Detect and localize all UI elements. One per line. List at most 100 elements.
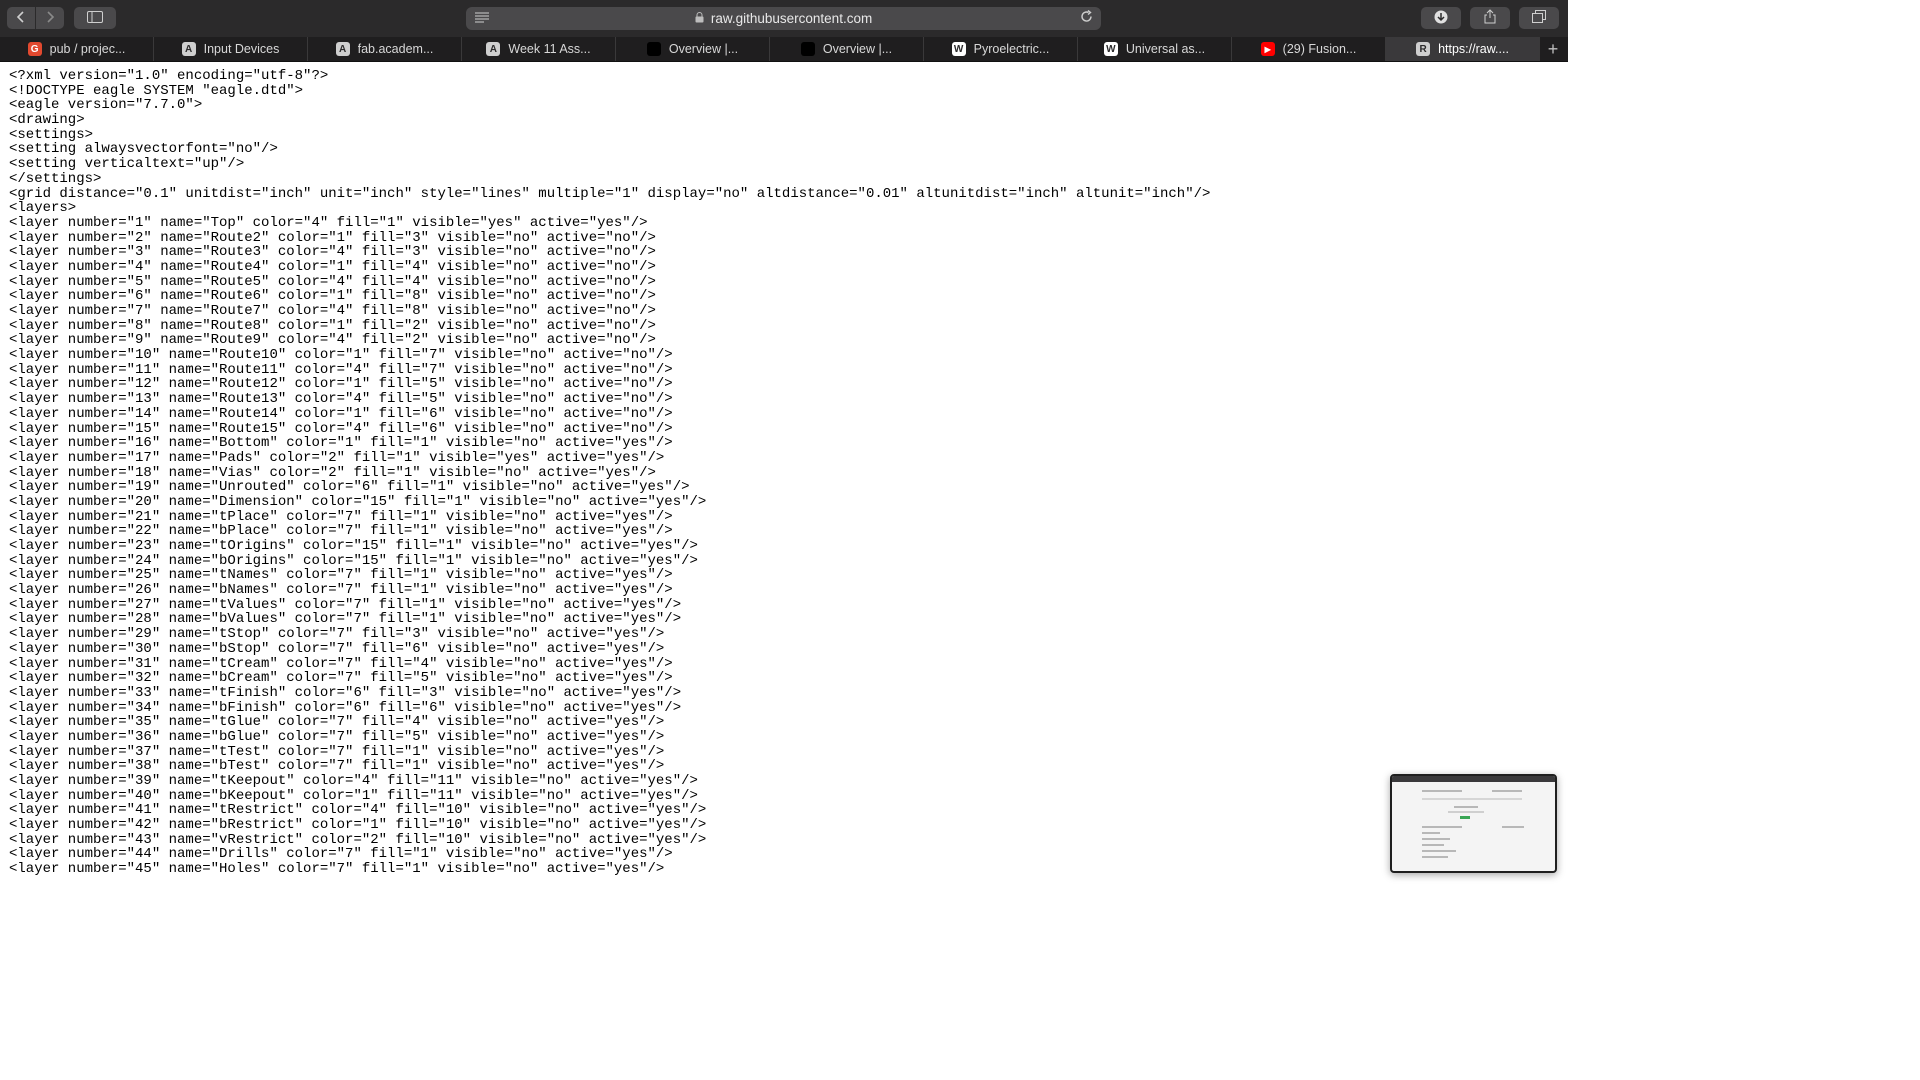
tab-4[interactable]: Overview |... [616,37,770,61]
code-line: <layer number="1" name="Top" color="4" f… [9,214,648,231]
tab-3[interactable]: A Week 11 Ass... [462,37,616,61]
tab-6[interactable]: W Pyroelectric... [924,37,1078,61]
tab-overview-button[interactable] [1519,7,1559,29]
code-line: <layer number="36" name="bGlue" color="7… [9,728,665,745]
code-line: <layer number="34" name="bFinish" color=… [9,699,682,716]
tab-favicon-icon: A [181,42,196,56]
tab-favicon-icon [800,42,815,56]
tab-label: Week 11 Ass... [508,42,591,56]
code-line: <layer number="35" name="tGlue" color="7… [9,714,665,731]
url-display[interactable]: raw.githubusercontent.com [466,11,1101,26]
raw-file-content: <?xml version="1.0" encoding="utf-8"?> <!… [9,69,1559,877]
code-line: <!DOCTYPE eagle SYSTEM "eagle.dtd"> [9,82,304,99]
code-line: <layer number="37" name="tTest" color="7… [9,743,665,760]
tab-label: Pyroelectric... [973,42,1050,56]
code-line: <layer number="42" name="bRestrict" colo… [9,817,707,834]
code-line: <drawing> [9,112,85,129]
code-line: <layer number="7" name="Route7" color="4… [9,303,656,319]
tab-label: https://raw.... [1438,42,1509,56]
sidebar-icon [87,10,103,26]
share-button[interactable] [1470,7,1510,29]
code-line: <layer number="14" name="Route14" color=… [9,405,673,422]
tab-label: Input Devices [203,42,280,56]
tab-1[interactable]: A Input Devices [154,37,308,61]
tab-label: fab.academ... [357,42,434,56]
code-line: <layer number="15" name="Route15" color=… [9,420,673,437]
code-line: <settings> [9,126,94,143]
code-line: <layer number="6" name="Route6" color="1… [9,288,656,305]
tab-bar: Gpub / projec... A Input Devices Afab.acade… [0,37,1568,62]
chevron-left-icon [16,10,26,26]
navigation-buttons [7,7,64,29]
tab-overview-icon [1532,10,1546,26]
code-line: <layer number="29" name="tStop" color="7… [9,626,665,643]
code-line: <layer number="12" name="Route12" color=… [9,376,673,393]
code-line: <layer number="20" name="Dimension" colo… [9,493,707,510]
code-line: <layer number="43" name="vRestrict" colo… [9,831,707,848]
page-preview-thumbnail[interactable] [1390,774,1557,873]
code-line: <layer number="17" name="Pads" color="2"… [9,449,665,466]
reload-icon[interactable] [1080,9,1093,26]
tab-label: Universal as... [1125,42,1206,56]
code-line: <layer number="24" name="bOrigins" color… [9,552,698,569]
code-line: <layer number="32" name="bCream" color="… [9,670,673,687]
tab-label: Overview |... [822,42,893,56]
tab-favicon-icon: G [27,42,42,56]
tab-favicon-icon: A [486,42,501,56]
code-line: <layer number="31" name="tCream" color="… [9,655,673,672]
code-line: <layers> [9,200,77,217]
code-line: <layer number="9" name="Route9" color="4… [9,332,656,349]
share-icon [1484,9,1496,27]
tab-5[interactable]: Overview |... [770,37,924,61]
download-icon [1434,10,1448,27]
code-line: <layer number="10" name="Route10" color=… [9,347,673,364]
tab-7[interactable]: W Universal as... [1078,37,1232,61]
code-line: <?xml version="1.0" encoding="utf-8"?> [9,68,329,84]
code-line: <layer number="33" name="tFinish" color=… [9,684,682,701]
code-line: <layer number="23" name="tOrigins" color… [9,538,698,554]
code-line: <layer number="44" name="Drills" color="… [9,846,673,863]
tab-favicon-icon: A [335,42,350,56]
address-bar[interactable]: raw.githubusercontent.com [466,7,1101,30]
code-line: <layer number="40" name="bKeepout" color… [9,787,698,804]
code-line: <layer number="27" name="tValues" color=… [9,596,682,613]
download-button[interactable] [1421,7,1461,29]
url-text: raw.githubusercontent.com [710,11,873,26]
new-tab-button[interactable]: + [1540,37,1566,61]
code-line: <layer number="19" name="Unrouted" color… [9,479,690,496]
code-line: <layer number="4" name="Route4" color="1… [9,258,656,275]
tab-label: (29) Fusion... [1282,42,1357,56]
code-line: <layer number="25" name="tNames" color="… [9,567,673,584]
code-line: <layer number="38" name="bTest" color="7… [9,758,665,775]
code-line: <layer number="28" name="bValues" color=… [9,611,682,628]
tab-8[interactable]: ▶ (29) Fusion... [1232,37,1386,61]
code-line: <layer number="30" name="bStop" color="7… [9,640,665,657]
code-line: <setting alwaysvectorfont="no"/> [9,141,278,158]
tab-9[interactable]: Rhttps://raw.... [1386,37,1540,61]
code-line: <layer number="8" name="Route8" color="1… [9,317,656,334]
code-line: </settings> [9,170,102,187]
back-button[interactable] [7,7,35,29]
tab-2[interactable]: Afab.academ... [308,37,462,61]
code-line: <layer number="41" name="tRestrict" colo… [9,802,707,819]
lock-icon [695,12,707,26]
code-line: <layer number="26" name="bNames" color="… [9,582,673,599]
sidebar-button[interactable] [74,7,116,29]
code-line: <layer number="5" name="Route5" color="4… [9,273,656,290]
tab-0[interactable]: Gpub / projec... [0,37,154,61]
tab-favicon-icon [646,42,661,56]
code-line: <layer number="11" name="Route11" color=… [9,361,673,378]
tab-label: pub / projec... [49,42,126,56]
tab-label: Overview |... [668,42,739,56]
code-line: <layer number="39" name="tKeepout" color… [9,773,698,789]
code-line: <layer number="21" name="tPlace" color="… [9,508,673,525]
code-line: <layer number="22" name="bPlace" color="… [9,523,673,540]
code-line: <layer number="16" name="Bottom" color="… [9,435,673,452]
code-line: <layer number="3" name="Route3" color="4… [9,244,656,261]
forward-button[interactable] [36,7,64,29]
code-line: <layer number="45" name="Holes" color="7… [9,861,665,878]
code-line: <layer number="2" name="Route2" color="1… [9,229,656,246]
code-line: <grid distance="0.1" unitdist="inch" uni… [9,185,1211,202]
browser-toolbar: raw.githubusercontent.com [0,0,1568,38]
code-line: <setting verticaltext="up"/> [9,156,245,173]
